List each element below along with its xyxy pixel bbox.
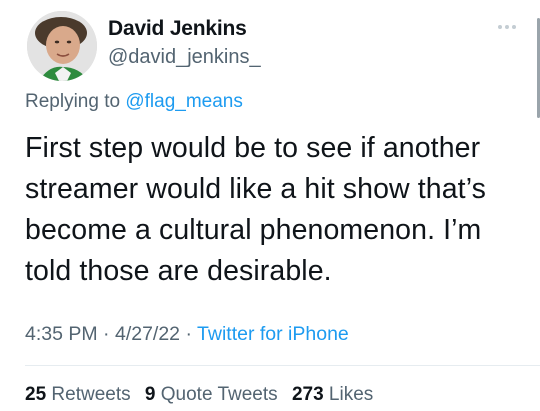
meta-separator: ·: [103, 323, 110, 345]
tweet-time[interactable]: 4:35 PM: [25, 323, 98, 345]
divider: [25, 365, 540, 366]
tweet-meta: 4:35 PM · 4/27/22 · Twitter for iPhone: [25, 323, 349, 346]
likes-count: 273: [291, 384, 324, 405]
retweets-stat[interactable]: 25 Retweets: [25, 384, 131, 405]
quote-tweets-stat[interactable]: 9 Quote Tweets: [145, 384, 278, 405]
retweets-label: Retweets: [51, 384, 131, 405]
likes-stat[interactable]: 273 Likes: [292, 384, 373, 405]
retweets-count: 25: [25, 384, 47, 405]
reply-context: Replying to @flag_means: [25, 91, 243, 113]
quotes-label: Quote Tweets: [160, 384, 278, 405]
quotes-count: 9: [144, 384, 156, 405]
avatar-image: [27, 11, 97, 81]
more-dot: [498, 25, 502, 29]
author-handle[interactable]: @david_jenkins_: [108, 46, 261, 69]
reply-prefix: Replying to: [25, 91, 121, 112]
tweet-source-link[interactable]: Twitter for iPhone: [197, 323, 349, 345]
more-dot: [505, 25, 509, 29]
more-dot: [512, 25, 516, 29]
reply-handle-link[interactable]: @flag_means: [125, 91, 243, 112]
meta-separator: ·: [185, 323, 192, 345]
author-name[interactable]: David Jenkins: [108, 17, 247, 41]
avatar[interactable]: [27, 11, 97, 81]
likes-label: Likes: [328, 384, 374, 405]
tweet-card: David Jenkins @david_jenkins_ Replying t…: [0, 0, 540, 411]
engagement-stats: 25 Retweets 9 Quote Tweets 273 Likes: [25, 384, 382, 406]
tweet-text: First step would be to see if another st…: [25, 132, 486, 287]
more-horizontal-icon[interactable]: [498, 22, 518, 32]
tweet-date[interactable]: 4/27/22: [115, 323, 180, 345]
